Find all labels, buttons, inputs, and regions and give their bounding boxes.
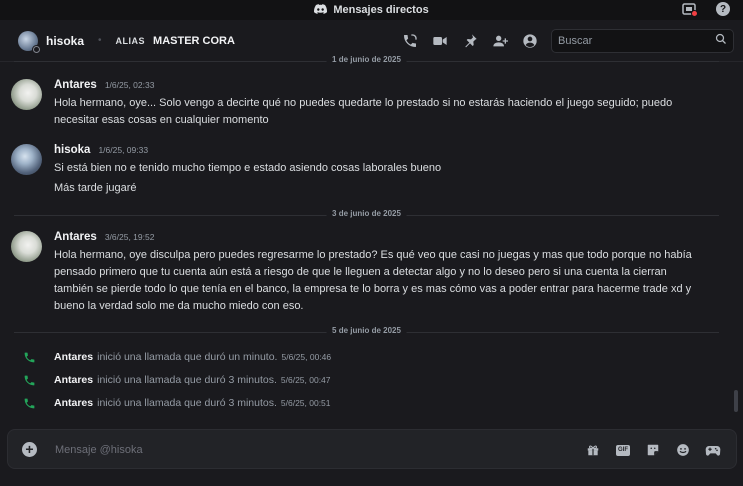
status-indicator bbox=[32, 44, 41, 54]
call-timestamp: 5/6/25, 00:47 bbox=[280, 375, 331, 385]
message-followup: Más tarde jugaré bbox=[54, 182, 137, 194]
date-divider-label: 5 de junio de 2025 bbox=[326, 326, 407, 335]
nickname: MASTER CORA bbox=[153, 34, 235, 47]
message-author[interactable]: Antares bbox=[54, 79, 97, 91]
notification-dot bbox=[691, 10, 698, 17]
alias-label: ALIAS bbox=[115, 35, 146, 46]
window-title-text: Mensajes directos bbox=[333, 4, 429, 16]
help-icon[interactable]: ? bbox=[715, 1, 731, 17]
search-input[interactable] bbox=[558, 35, 715, 47]
window-title: Mensajes directos bbox=[314, 3, 429, 17]
sticker-icon[interactable] bbox=[644, 441, 662, 459]
search-icon[interactable] bbox=[715, 32, 727, 50]
add-attachment-icon[interactable]: + bbox=[22, 442, 37, 457]
message-text-line: pensado primero que tu cuenta aún está a… bbox=[54, 266, 667, 278]
emoji-icon[interactable] bbox=[674, 441, 692, 459]
date-divider: 3 de junio de 2025 bbox=[14, 209, 719, 218]
call-author[interactable]: Antares bbox=[54, 374, 93, 386]
avatar[interactable] bbox=[11, 144, 42, 175]
avatar[interactable] bbox=[18, 30, 41, 54]
scrollbar-thumb[interactable] bbox=[734, 390, 738, 412]
date-divider-label: 3 de junio de 2025 bbox=[326, 209, 407, 218]
avatar[interactable] bbox=[11, 79, 42, 110]
message-author[interactable]: hisoka bbox=[54, 144, 90, 156]
inbox-icon[interactable] bbox=[681, 1, 698, 17]
call-event: Antares inició una llamada que duró 3 mi… bbox=[22, 373, 331, 387]
message-author[interactable]: Antares bbox=[54, 231, 97, 243]
message-text-line: también se pierde todo lo que tenía en e… bbox=[54, 283, 692, 295]
video-call-icon[interactable] bbox=[430, 31, 450, 51]
gif-icon[interactable]: GIF bbox=[614, 441, 632, 459]
message-text-line: necesitar esas cosas en cualquier moment… bbox=[54, 114, 269, 126]
call-text: inició una llamada que duró 3 minutos. bbox=[97, 374, 277, 386]
call-author[interactable]: Antares bbox=[54, 351, 93, 363]
call-event: Antares inició una llamada que duró 3 mi… bbox=[22, 396, 331, 410]
message-text-line: Hola hermano, oye... Solo vengo a decirt… bbox=[54, 97, 673, 109]
phone-icon bbox=[22, 396, 36, 410]
call-timestamp: 5/6/25, 00:51 bbox=[280, 398, 331, 408]
message-timestamp: 1/6/25, 02:33 bbox=[104, 80, 155, 90]
gift-icon[interactable] bbox=[584, 441, 602, 459]
separator-dot: • bbox=[98, 35, 102, 46]
message-timestamp: 3/6/25, 19:52 bbox=[104, 232, 155, 242]
title-bar: Mensajes directos ? bbox=[0, 0, 743, 20]
date-divider-label: 1 de junio de 2025 bbox=[326, 55, 407, 64]
date-divider: 1 de junio de 2025 bbox=[14, 55, 719, 64]
activities-icon[interactable] bbox=[704, 441, 722, 459]
message-text-line: Hola hermano, oye disculpa pero puedes r… bbox=[54, 249, 692, 261]
message-text-line: Si está bien no e tenido mucho tiempo e … bbox=[54, 162, 442, 174]
voice-call-icon[interactable] bbox=[400, 31, 420, 51]
message-timestamp: 1/6/25, 09:33 bbox=[98, 145, 149, 155]
call-event: Antares inició una llamada que duró un m… bbox=[22, 350, 331, 364]
date-divider: 5 de junio de 2025 bbox=[14, 326, 719, 335]
avatar[interactable] bbox=[11, 231, 42, 262]
message-composer: + GIF bbox=[7, 429, 737, 469]
add-friends-to-dm-icon[interactable] bbox=[490, 31, 510, 51]
discord-icon bbox=[314, 3, 328, 17]
dm-username[interactable]: hisoka bbox=[46, 34, 84, 48]
phone-icon bbox=[22, 373, 36, 387]
call-text: inició una llamada que duró un minuto. bbox=[97, 351, 278, 363]
user-profile-icon[interactable] bbox=[520, 31, 540, 51]
call-author[interactable]: Antares bbox=[54, 397, 93, 409]
pin-icon[interactable] bbox=[460, 31, 480, 51]
search-box[interactable] bbox=[551, 29, 734, 53]
call-timestamp: 5/6/25, 00:46 bbox=[281, 352, 332, 362]
message-input[interactable] bbox=[55, 441, 535, 459]
call-text: inició una llamada que duró 3 minutos. bbox=[97, 397, 277, 409]
phone-icon bbox=[22, 350, 36, 364]
message-text-line: bueno la verdad solo me da mucho miedo c… bbox=[54, 300, 304, 312]
